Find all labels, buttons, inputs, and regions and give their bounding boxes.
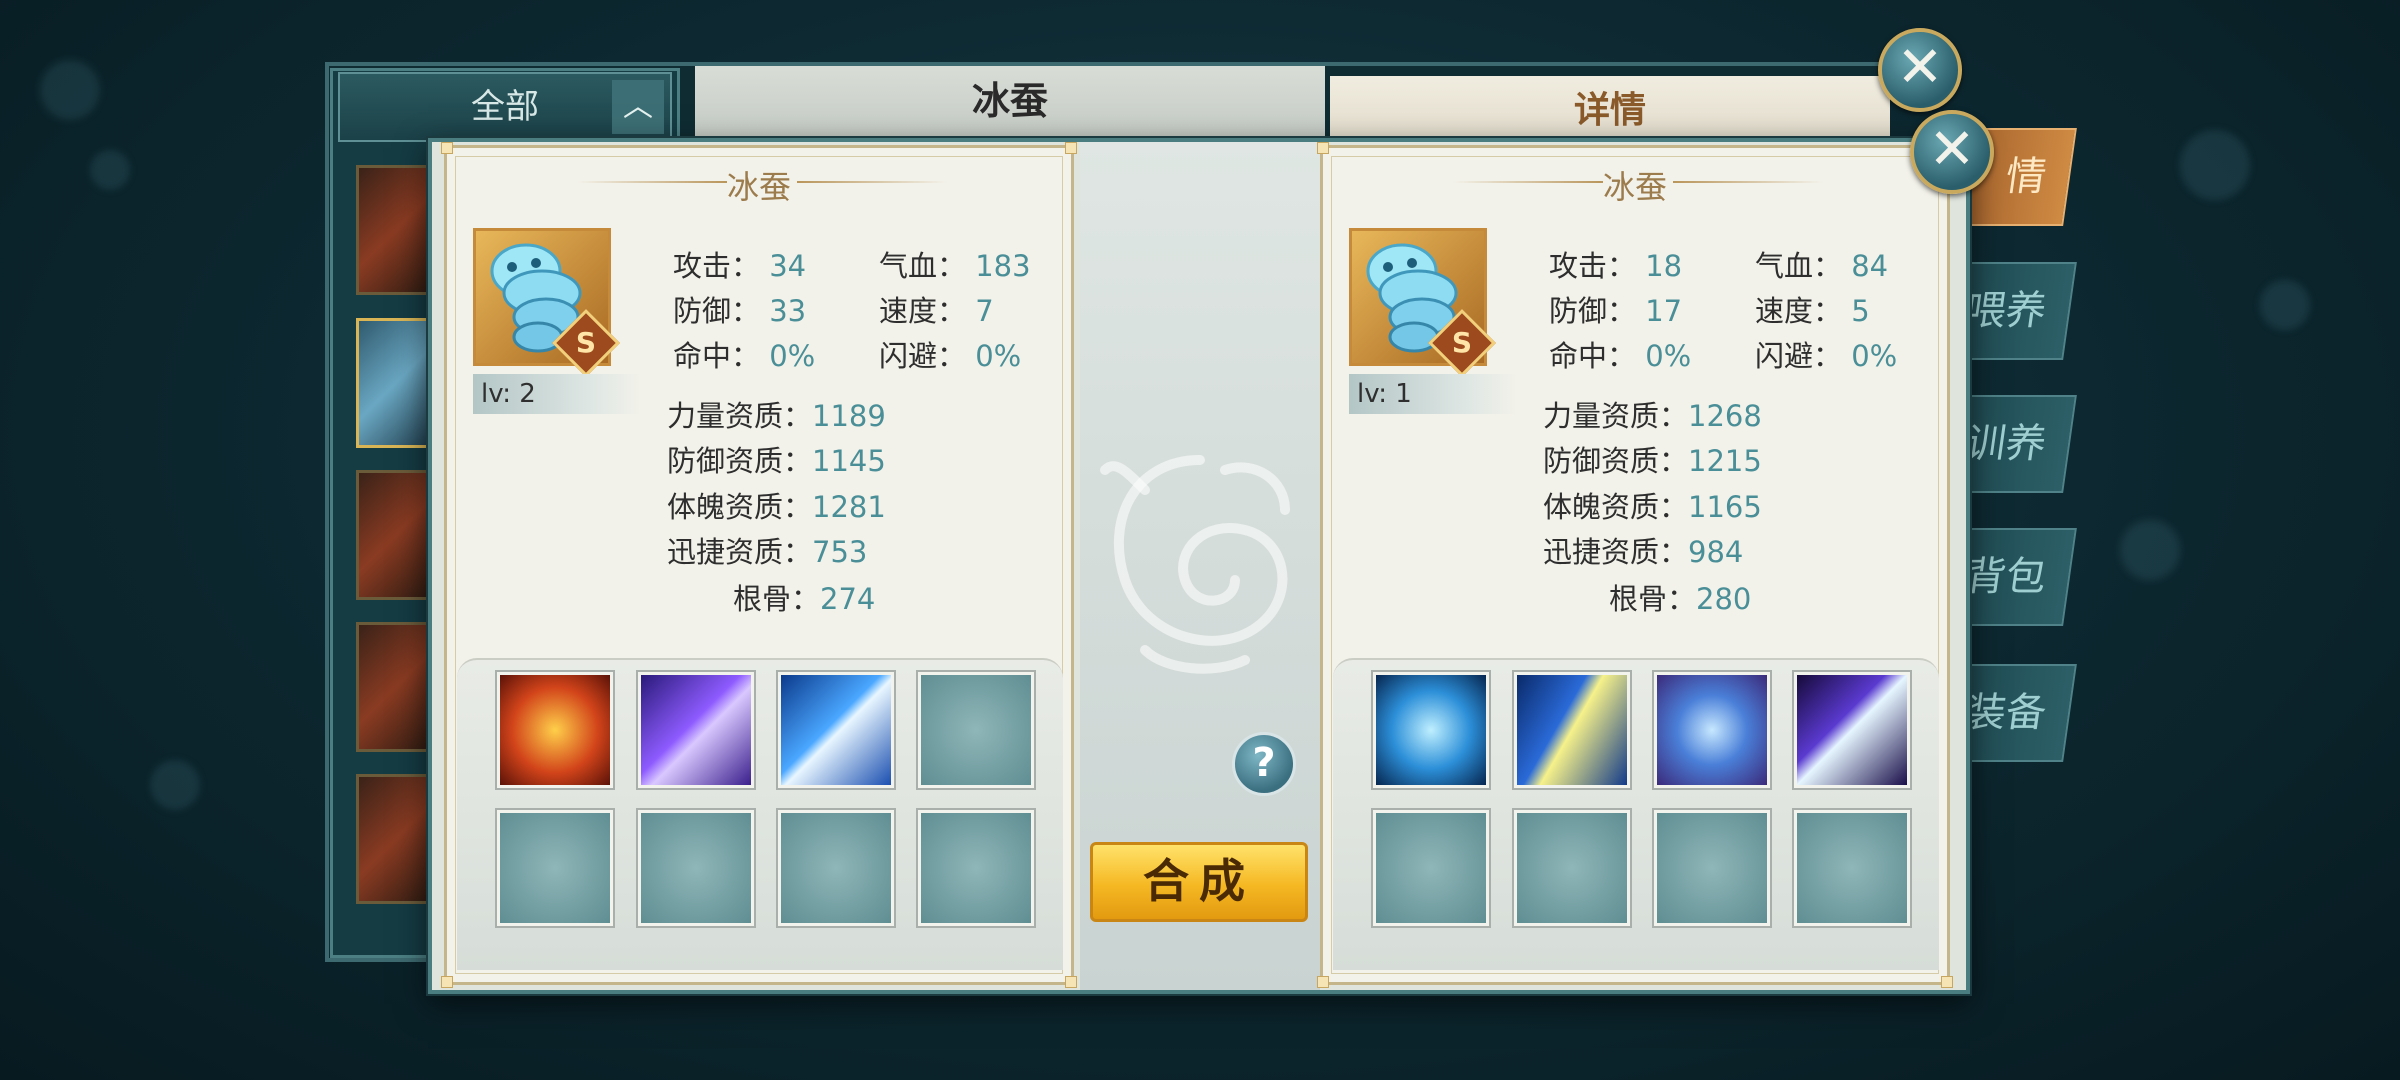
stat-hit: 命中： 0%	[673, 339, 816, 373]
tab-train[interactable]: 训养	[1953, 395, 2077, 493]
light-beam-skill-icon[interactable]	[1514, 672, 1630, 788]
empty-skill-slot[interactable]	[497, 810, 613, 926]
crossed-blades-skill-icon[interactable]	[1373, 672, 1489, 788]
stat-speed: 速度： 7	[879, 294, 994, 328]
empty-skill-slot[interactable]	[1654, 810, 1770, 926]
right-pet-panel: 冰蚕 S lv: 1 攻击： 18 气血： 84 防御： 17 速度： 5 命中…	[1317, 142, 1953, 988]
pet-list-item[interactable]	[356, 165, 436, 295]
empty-skill-slot[interactable]	[918, 810, 1034, 926]
background-detail-header: 详情	[1330, 76, 1890, 146]
stat-attack: 攻击： 34	[673, 249, 807, 283]
stat-attack: 攻击： 18	[1549, 249, 1683, 283]
left-level-label: lv: 2	[473, 374, 643, 414]
background-close-button[interactable]: ✕	[1878, 28, 1962, 112]
empty-skill-slot[interactable]	[1794, 810, 1910, 926]
stat-hp: 气血： 183	[879, 249, 1031, 283]
stat-hit: 命中： 0%	[1549, 339, 1692, 373]
empty-skill-slot[interactable]	[918, 672, 1034, 788]
pet-list-item[interactable]	[356, 470, 436, 600]
stat-dodge: 闪避： 0%	[879, 339, 1022, 373]
stat-defense: 防御： 33	[673, 294, 807, 328]
left-skill-grid	[457, 658, 1063, 970]
pet-list-item[interactable]	[356, 622, 436, 752]
synthesize-button[interactable]: 合成	[1090, 842, 1308, 922]
pet-list-filter-label: 全部	[471, 87, 539, 127]
close-button[interactable]: ✕	[1910, 110, 1994, 194]
stat-dodge: 闪避： 0%	[1755, 339, 1898, 373]
dragon-emblem-icon	[1100, 455, 1290, 674]
empty-skill-slot[interactable]	[1514, 810, 1630, 926]
aptitude-strength: 力量资质：1268	[1543, 399, 1762, 433]
aptitude-root: 根骨：280	[1609, 582, 1752, 616]
aptitude-defense: 防御资质：1215	[1543, 444, 1762, 478]
purple-slash-skill-icon[interactable]	[638, 672, 754, 788]
pet-list-filter[interactable]: 全部 ︿	[338, 72, 672, 142]
right-pet-avatar[interactable]: S	[1349, 228, 1496, 377]
stat-hp: 气血： 84	[1755, 249, 1889, 283]
pet-list-item[interactable]	[356, 318, 436, 448]
tab-feed[interactable]: 喂养	[1953, 262, 2077, 360]
chevron-up-icon[interactable]: ︿	[612, 80, 664, 134]
empty-skill-slot[interactable]	[638, 810, 754, 926]
aptitude-agility: 迅捷资质：984	[1543, 535, 1744, 569]
lightning-arrow-skill-icon[interactable]	[778, 672, 894, 788]
aptitude-physique: 体魄资质：1165	[1543, 490, 1762, 524]
right-pet-name: 冰蚕	[1602, 168, 1667, 206]
aptitude-physique: 体魄资质：1281	[667, 490, 886, 524]
empty-skill-slot[interactable]	[778, 810, 894, 926]
left-pet-panel: 冰蚕 S lv: 2 攻击： 34 气血： 183 防御： 33 速度： 7 命…	[441, 142, 1077, 988]
stat-speed: 速度： 5	[1755, 294, 1870, 328]
aptitude-agility: 迅捷资质：753	[667, 535, 868, 569]
shield-skill-icon[interactable]	[1654, 672, 1770, 788]
empty-skill-slot[interactable]	[1373, 810, 1489, 926]
aptitude-strength: 力量资质：1189	[667, 399, 886, 433]
help-button[interactable]: ?	[1232, 732, 1296, 796]
tab-bag[interactable]: 背包	[1953, 528, 2077, 626]
pet-list-item[interactable]	[356, 774, 436, 904]
fire-orb-skill-icon[interactable]	[497, 672, 613, 788]
background-pet-title: 冰蚕	[695, 66, 1325, 136]
stat-defense: 防御： 17	[1549, 294, 1683, 328]
right-skill-grid	[1333, 658, 1939, 970]
right-level-label: lv: 1	[1349, 374, 1519, 414]
left-pet-avatar[interactable]: S	[473, 228, 620, 377]
claw-slash-skill-icon[interactable]	[1794, 672, 1910, 788]
aptitude-defense: 防御资质：1145	[667, 444, 886, 478]
left-pet-name: 冰蚕	[726, 168, 791, 206]
tab-equip[interactable]: 装备	[1953, 664, 2077, 762]
aptitude-root: 根骨：274	[733, 582, 876, 616]
